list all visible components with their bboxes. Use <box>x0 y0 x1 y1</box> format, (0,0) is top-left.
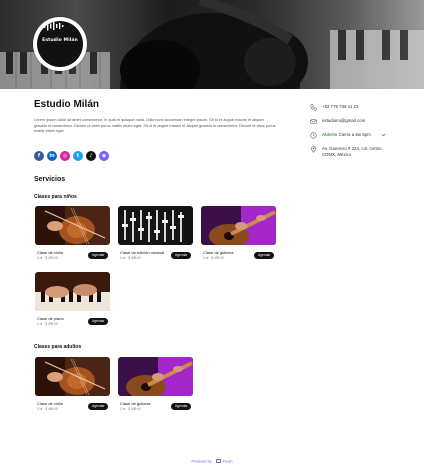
closing-time: Cierra a las 5pm <box>338 132 371 137</box>
logo-text: Estudio Milán <box>42 38 78 43</box>
phone-row[interactable]: +52 775 738 11 23 <box>310 104 358 111</box>
book-button[interactable]: Agendar <box>88 318 109 325</box>
service-card[interactable]: Clase de piano 1 hr · $ 499.00 Agendar <box>34 272 110 328</box>
group-title-kids: Clases para niños <box>34 194 77 200</box>
service-name: Clase de violín <box>37 401 64 406</box>
mail-icon <box>310 119 317 124</box>
instagram-glyph: ◎ <box>62 153 68 159</box>
facebook-glyph: f <box>37 153 41 159</box>
cover-banner: Estudio Milán <box>0 0 424 89</box>
service-card[interactable]: Clase de violín 1 hr · $ 499.00 Agendar <box>34 206 110 262</box>
brand-icon <box>215 459 221 463</box>
email-row[interactable]: estudiomi@gmail.com <box>310 118 365 125</box>
website-glyph: ◉ <box>101 153 107 159</box>
linkedin-icon[interactable]: in <box>47 151 57 161</box>
phone-icon <box>310 104 317 111</box>
service-card[interactable]: Clase de edición musical 1 hr · $ 499.00… <box>117 206 193 262</box>
powered-by-label: Powered by <box>191 459 212 464</box>
business-description: Lorem ipsum dolor sit amet consectetur. … <box>34 117 276 134</box>
service-meta: 1 hr · $ 499.00 <box>120 256 141 260</box>
guitar-image <box>118 357 193 396</box>
email-address: estudiomi@gmail.com <box>322 118 366 123</box>
business-name: Estudio Milán <box>34 99 99 110</box>
service-meta: 1 hr · $ 499.00 <box>120 407 141 411</box>
service-meta: 1 hr · $ 499.00 <box>203 256 224 260</box>
instagram-icon[interactable]: ◎ <box>60 151 70 161</box>
book-button[interactable]: Agendar <box>88 252 109 259</box>
sound-wave-icon <box>38 21 64 31</box>
service-meta: 1 hr · $ 499.00 <box>37 256 58 260</box>
website-icon[interactable]: ◉ <box>99 151 109 161</box>
linkedin-glyph: in <box>49 153 55 159</box>
group-title-adults: Clases para adultos <box>34 344 82 350</box>
piano-image <box>35 272 110 311</box>
service-name: Clase de piano <box>37 316 64 321</box>
tiktok-icon[interactable]: ♪ <box>86 151 96 161</box>
hours-text: Abierto Cierra a las 5pm <box>322 132 371 138</box>
twitter-glyph: t <box>76 153 80 159</box>
mixer-image <box>118 206 193 245</box>
social-links: f in ◎ t ♪ ◉ <box>34 151 109 161</box>
violin-image <box>35 206 110 245</box>
service-name: Clase de edición musical <box>120 250 165 255</box>
chevron-down-icon[interactable] <box>380 132 387 138</box>
address-row[interactable]: Av. Guerrero # 224, col. centro, CDMX, M… <box>310 146 390 158</box>
services-heading: Servicios <box>34 176 66 183</box>
service-name: Clase de guitarra <box>203 250 234 255</box>
hours-row[interactable]: Abierto Cierra a las 5pm <box>310 132 387 139</box>
book-button[interactable]: Agendar <box>171 252 192 259</box>
service-card[interactable]: Clase de guitarra 1 hr · $ 499.00 Agenda… <box>200 206 276 262</box>
service-name: Clase de guitarra <box>120 401 151 406</box>
clock-icon <box>310 132 317 139</box>
business-logo: Estudio Milán <box>33 17 87 71</box>
location-pin-icon <box>311 146 316 153</box>
book-button[interactable]: Agendar <box>254 252 275 259</box>
logo-badge: Estudio Milán <box>37 21 83 67</box>
service-card[interactable]: Clase de violín 1 hr · $ 499.00 Agendar <box>34 357 110 413</box>
book-button[interactable]: Agendar <box>171 403 192 410</box>
address-text: Av. Guerrero # 224, col. centro, CDMX, M… <box>322 146 383 157</box>
service-card[interactable]: Clase de guitarra 1 hr · $ 499.00 Agenda… <box>117 357 193 413</box>
tiktok-glyph: ♪ <box>89 153 93 159</box>
phone-number: +52 775 738 11 23 <box>322 104 359 109</box>
service-name: Clase de violín <box>37 250 64 255</box>
twitter-icon[interactable]: t <box>73 151 83 161</box>
guitar-image <box>201 206 276 245</box>
open-status: Abierto <box>322 132 338 137</box>
facebook-icon[interactable]: f <box>34 151 44 161</box>
service-meta: 1 hr · $ 499.00 <box>37 322 58 326</box>
violin-image <box>35 357 110 396</box>
brand-name: Fresh <box>222 459 233 464</box>
powered-by-footer[interactable]: Powered by Fresh <box>0 459 424 464</box>
service-meta: 1 hr · $ 499.00 <box>37 407 58 411</box>
book-button[interactable]: Agendar <box>88 403 109 410</box>
